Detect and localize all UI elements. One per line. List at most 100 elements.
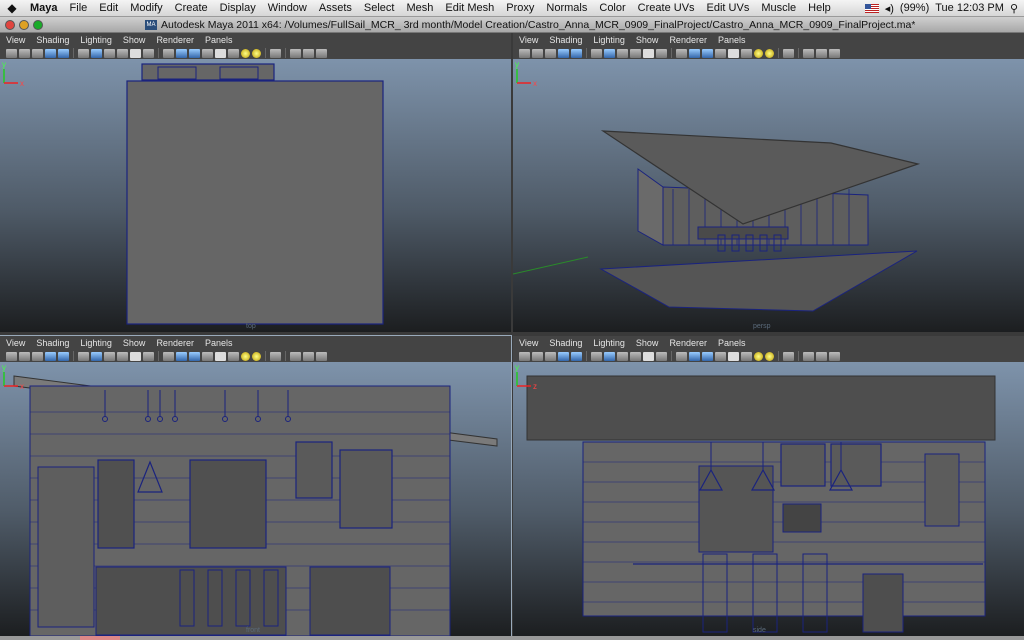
viewport-panel-bottom-left[interactable]: View Shading Lighting Show Renderer Panels y x f… bbox=[0, 335, 512, 637]
viewport-panel-top-left[interactable]: View Shading Lighting Show Renderer Panels y x t… bbox=[0, 33, 511, 332]
panel-tool-icon[interactable] bbox=[130, 48, 141, 58]
panel-menu-shading[interactable]: Shading bbox=[36, 35, 69, 45]
magnifier-icon[interactable]: ⚲ bbox=[1010, 2, 1018, 15]
panel-tool-icon[interactable] bbox=[676, 351, 687, 361]
flag-icon[interactable] bbox=[864, 3, 879, 13]
menu-window[interactable]: Window bbox=[262, 2, 313, 14]
viewport-panel-bottom-right[interactable]: View Shading Lighting Show Renderer Panels y z s… bbox=[513, 336, 1024, 636]
menu-color[interactable]: Color bbox=[593, 2, 631, 14]
panel-tool-icon[interactable] bbox=[176, 48, 187, 58]
scene-wireframe[interactable] bbox=[0, 362, 511, 636]
panel-tool-icon[interactable] bbox=[228, 351, 239, 361]
panel-tool-icon[interactable] bbox=[591, 351, 602, 361]
panel-tool-icon[interactable] bbox=[303, 351, 314, 361]
panel-tool-icon[interactable] bbox=[702, 351, 713, 361]
panel-menu-show[interactable]: Show bbox=[636, 338, 659, 348]
panel-tool-icon[interactable] bbox=[630, 351, 641, 361]
panel-menu-view[interactable]: View bbox=[6, 338, 25, 348]
panel-tool-icon[interactable] bbox=[78, 48, 89, 58]
panel-tool-icon[interactable] bbox=[571, 351, 582, 361]
menu-help[interactable]: Help bbox=[802, 2, 837, 14]
panel-tool-icon[interactable] bbox=[32, 48, 43, 58]
panel-menu-view[interactable]: View bbox=[519, 35, 538, 45]
panel-tool-icon[interactable] bbox=[45, 48, 56, 58]
panel-tool-icon[interactable] bbox=[6, 351, 17, 361]
panel-tool-icon[interactable] bbox=[189, 351, 200, 361]
scene-wireframe[interactable] bbox=[513, 362, 1024, 636]
panel-tool-icon[interactable] bbox=[19, 351, 30, 361]
panel-tool-icon[interactable] bbox=[532, 48, 543, 58]
panel-tool-icon[interactable] bbox=[816, 351, 827, 361]
panel-tool-icon[interactable] bbox=[270, 48, 281, 58]
panel-tool-icon[interactable] bbox=[143, 48, 154, 58]
panel-tool-icon[interactable] bbox=[783, 351, 794, 361]
menu-select[interactable]: Select bbox=[358, 2, 401, 14]
panel-menu-shading[interactable]: Shading bbox=[549, 338, 582, 348]
panel-menu-shading[interactable]: Shading bbox=[36, 338, 69, 348]
panel-tool-icon[interactable] bbox=[617, 351, 628, 361]
panel-tool-icon[interactable] bbox=[228, 48, 239, 58]
apple-icon[interactable]: ◆ bbox=[0, 1, 24, 15]
minimize-icon[interactable] bbox=[19, 19, 29, 30]
menu-modify[interactable]: Modify bbox=[124, 2, 168, 14]
scene-wireframe[interactable] bbox=[0, 59, 511, 332]
panel-menu-show[interactable]: Show bbox=[636, 35, 659, 45]
panel-tool-icon[interactable] bbox=[303, 48, 314, 58]
panel-tool-icon[interactable] bbox=[32, 351, 43, 361]
panel-menu-renderer[interactable]: Renderer bbox=[156, 338, 194, 348]
panel-tool-icon[interactable] bbox=[545, 48, 556, 58]
panel-tool-icon[interactable] bbox=[803, 351, 814, 361]
panel-menu-renderer[interactable]: Renderer bbox=[669, 35, 707, 45]
panel-tool-icon[interactable] bbox=[829, 48, 840, 58]
menu-assets[interactable]: Assets bbox=[313, 2, 358, 14]
panel-menu-renderer[interactable]: Renderer bbox=[669, 338, 707, 348]
panel-tool-icon[interactable] bbox=[58, 48, 69, 58]
menu-normals[interactable]: Normals bbox=[540, 2, 593, 14]
panel-menu-shading[interactable]: Shading bbox=[549, 35, 582, 45]
panel-tool-icon[interactable] bbox=[741, 351, 752, 361]
menu-edit-mesh[interactable]: Edit Mesh bbox=[439, 2, 500, 14]
panel-tool-icon[interactable] bbox=[91, 351, 102, 361]
panel-menu-panels[interactable]: Panels bbox=[205, 338, 233, 348]
panel-tool-icon[interactable] bbox=[702, 48, 713, 58]
menu-proxy[interactable]: Proxy bbox=[500, 2, 540, 14]
panel-tool-icon[interactable] bbox=[163, 351, 174, 361]
menu-create[interactable]: Create bbox=[169, 2, 214, 14]
panel-tool-icon[interactable] bbox=[130, 351, 141, 361]
panel-tool-icon[interactable] bbox=[689, 351, 700, 361]
panel-tool-icon[interactable] bbox=[6, 48, 17, 58]
viewport-panel-top-right[interactable]: View Shading Lighting Show Renderer Panels y x p… bbox=[513, 33, 1024, 332]
panel-menu-panels[interactable]: Panels bbox=[718, 338, 746, 348]
panel-tool-icon[interactable] bbox=[215, 351, 226, 361]
panel-tool-icon[interactable] bbox=[58, 351, 69, 361]
panel-tool-icon[interactable] bbox=[252, 48, 261, 58]
panel-tool-icon[interactable] bbox=[643, 48, 654, 58]
clock[interactable]: Tue 12:03 PM bbox=[935, 2, 1004, 14]
panel-tool-icon[interactable] bbox=[545, 351, 556, 361]
panel-tool-icon[interactable] bbox=[117, 48, 128, 58]
panel-tool-icon[interactable] bbox=[715, 48, 726, 58]
panel-tool-icon[interactable] bbox=[803, 48, 814, 58]
panel-tool-icon[interactable] bbox=[290, 351, 301, 361]
panel-tool-icon[interactable] bbox=[104, 48, 115, 58]
panel-tool-icon[interactable] bbox=[643, 351, 654, 361]
panel-tool-icon[interactable] bbox=[571, 48, 582, 58]
menu-edit[interactable]: Edit bbox=[93, 2, 124, 14]
panel-menu-renderer[interactable]: Renderer bbox=[156, 35, 194, 45]
panel-tool-icon[interactable] bbox=[591, 48, 602, 58]
panel-tool-icon[interactable] bbox=[728, 48, 739, 58]
panel-tool-icon[interactable] bbox=[630, 48, 641, 58]
close-icon[interactable] bbox=[5, 19, 15, 30]
scene-wireframe[interactable] bbox=[513, 59, 1024, 332]
panel-tool-icon[interactable] bbox=[241, 48, 250, 58]
panel-tool-icon[interactable] bbox=[117, 351, 128, 361]
panel-tool-icon[interactable] bbox=[176, 351, 187, 361]
menu-mesh[interactable]: Mesh bbox=[400, 2, 439, 14]
panel-menu-show[interactable]: Show bbox=[123, 35, 146, 45]
menu-muscle[interactable]: Muscle bbox=[755, 2, 802, 14]
panel-tool-icon[interactable] bbox=[715, 351, 726, 361]
panel-tool-icon[interactable] bbox=[783, 48, 794, 58]
panel-menu-lighting[interactable]: Lighting bbox=[80, 338, 112, 348]
viewport-side[interactable]: y z side bbox=[513, 362, 1024, 636]
viewport-persp[interactable]: y x persp bbox=[513, 59, 1024, 332]
